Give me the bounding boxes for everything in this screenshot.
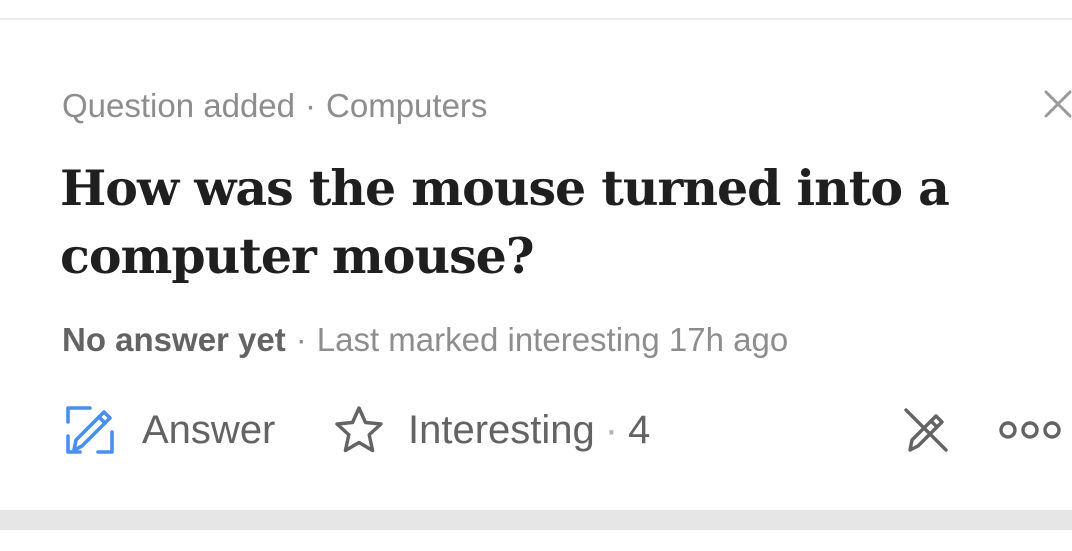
more-dots-icon — [999, 421, 1061, 439]
more-options-button[interactable] — [998, 412, 1062, 448]
meta-action: Question added — [62, 87, 296, 124]
topic-link[interactable]: Computers — [326, 87, 487, 124]
pass-button[interactable] — [900, 404, 952, 456]
pencil-crossed-icon — [904, 408, 948, 452]
feed-page: Question added · Computers How was the mou… — [0, 0, 1072, 551]
answer-state: No answer yet — [62, 321, 286, 358]
action-bar: Answer Interesting · 4 — [62, 400, 1072, 460]
answer-button[interactable]: Answer — [62, 400, 275, 460]
question-meta: Question added · Computers — [62, 84, 487, 128]
interesting-button[interactable]: Interesting · 4 — [332, 400, 650, 460]
meta-separator: · — [305, 87, 317, 124]
answer-label: Answer — [142, 407, 276, 452]
next-card-edge — [0, 530, 1072, 551]
close-icon — [1044, 90, 1072, 118]
question-title[interactable]: How was the mouse turned into a computer… — [60, 154, 1020, 290]
interesting-separator: · — [604, 407, 619, 452]
dismiss-button[interactable] — [1040, 86, 1072, 122]
activity-text: Last marked interesting 17h ago — [316, 321, 789, 358]
edit-pencil-icon — [66, 406, 114, 454]
status-separator: · — [295, 321, 307, 358]
answer-status: No answer yet · Last marked interesting 17… — [62, 318, 788, 362]
card-divider — [0, 510, 1072, 530]
interesting-count: 4 — [628, 407, 651, 452]
interesting-label: Interesting — [408, 407, 595, 452]
star-icon — [335, 406, 383, 453]
